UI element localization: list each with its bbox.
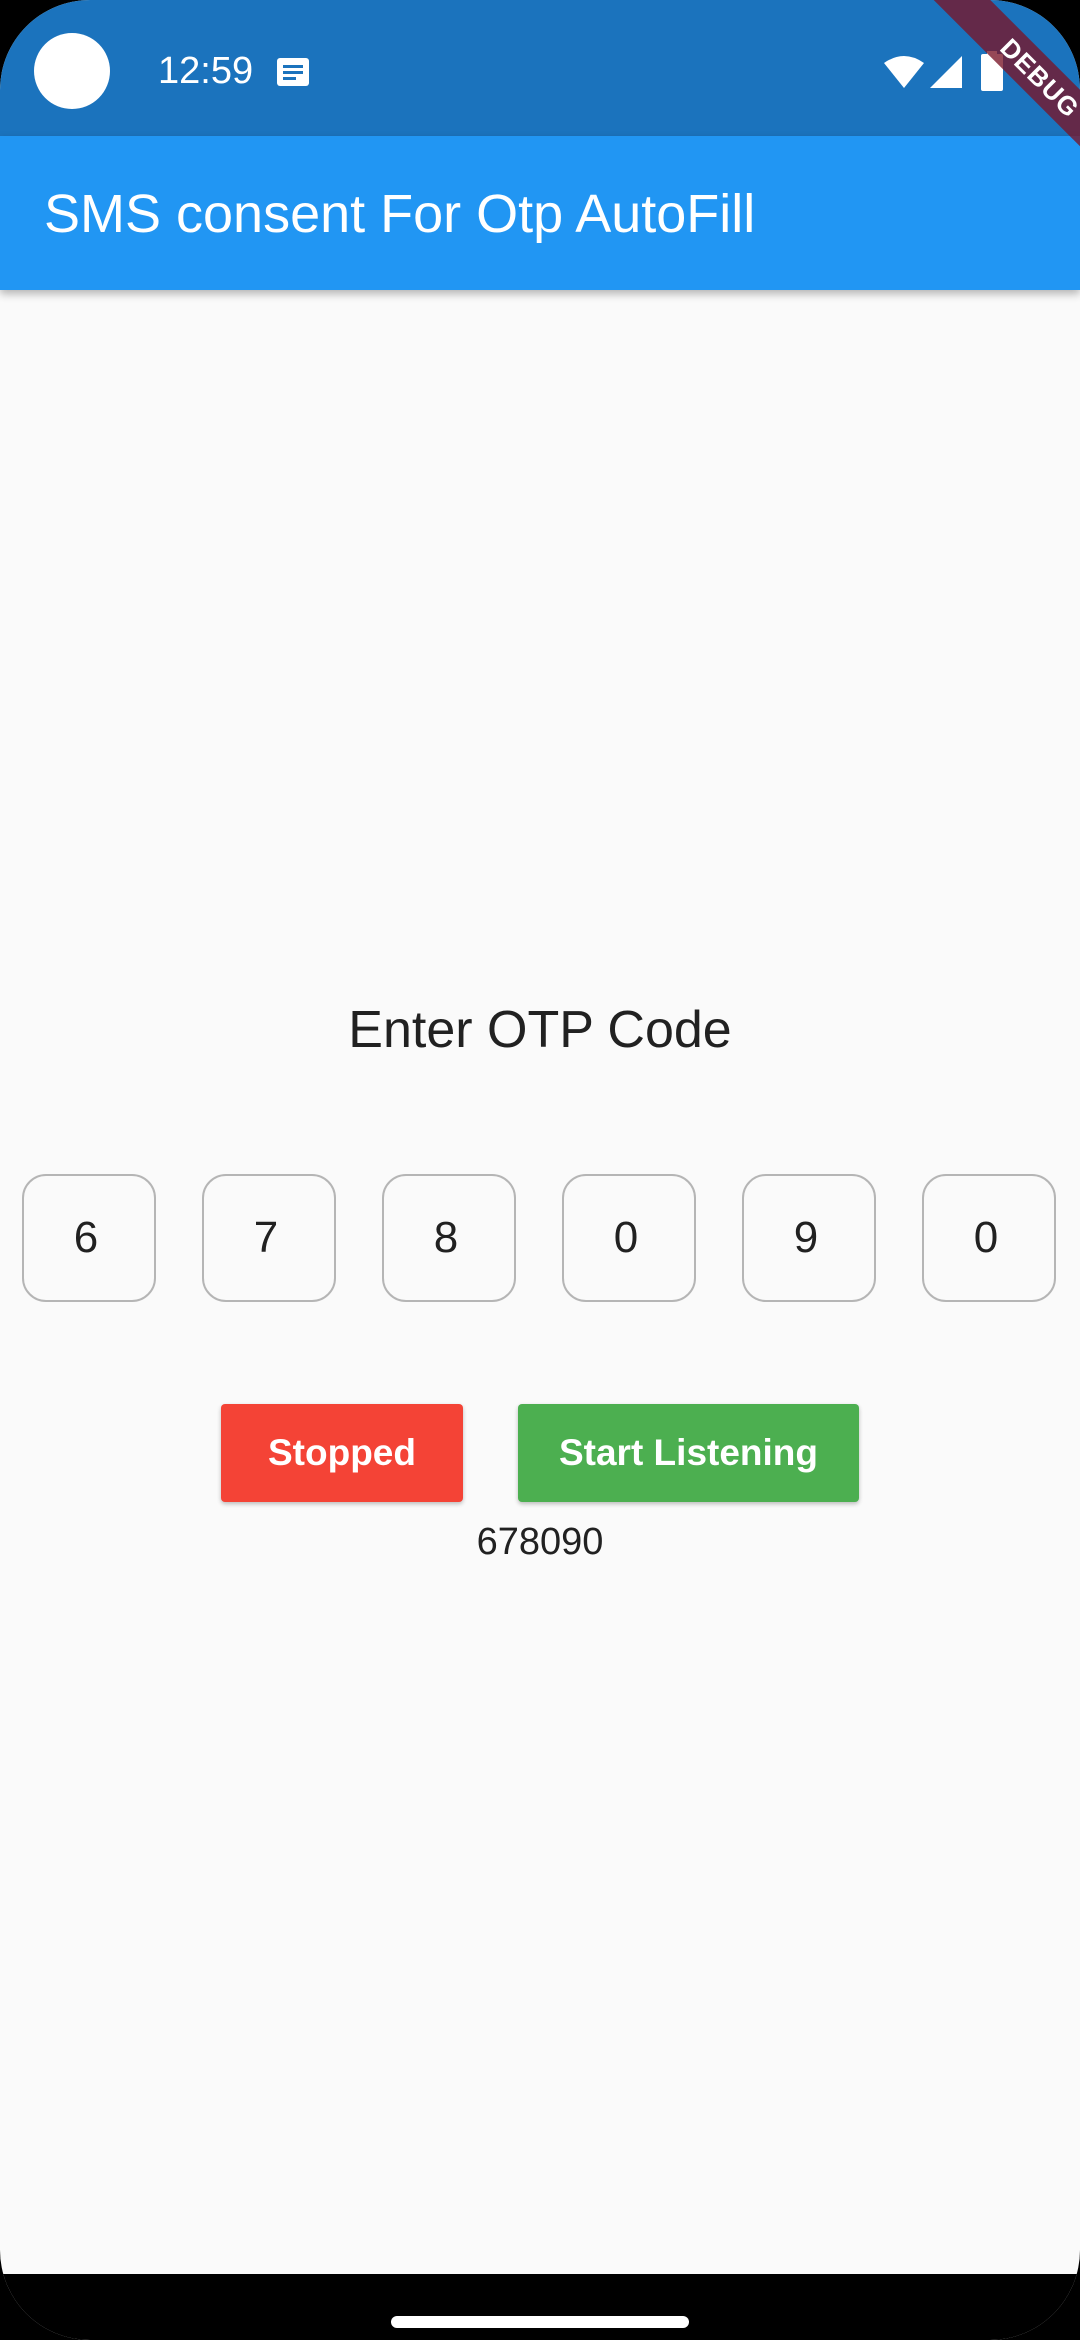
otp-heading: Enter OTP Code	[348, 1001, 732, 1059]
status-bar: 12:59	[0, 0, 1080, 136]
phone-screen: 12:59 SMS consent For Otp AutoFill Enter…	[0, 0, 1080, 2340]
camera-cutout-icon	[34, 33, 110, 109]
otp-digit-box-3[interactable]: 8	[382, 1174, 516, 1302]
otp-digit-box-6[interactable]: 0	[922, 1174, 1056, 1302]
stopped-button[interactable]: Stopped	[221, 1404, 463, 1502]
app-bar: SMS consent For Otp AutoFill	[0, 136, 1080, 290]
message-icon	[277, 58, 309, 86]
navigation-bar	[0, 2274, 1080, 2340]
otp-digit-5: 9	[793, 1213, 819, 1262]
battery-icon	[981, 51, 1003, 91]
app-title: SMS consent For Otp AutoFill	[44, 184, 756, 244]
otp-value-text: 678090	[476, 1521, 604, 1563]
otp-digit-4: 0	[613, 1213, 639, 1262]
otp-digit-3: 8	[433, 1213, 459, 1262]
start-listening-button[interactable]: Start Listening	[518, 1404, 859, 1502]
signal-icon	[930, 56, 962, 88]
status-clock: 12:59	[158, 50, 254, 92]
home-handle[interactable]	[391, 2316, 689, 2328]
otp-digit-box-2[interactable]: 7	[202, 1174, 336, 1302]
otp-digit-1: 6	[73, 1213, 99, 1262]
otp-digit-box-1[interactable]: 6	[22, 1174, 156, 1302]
otp-digit-box-4[interactable]: 0	[562, 1174, 696, 1302]
wifi-icon	[884, 56, 924, 88]
otp-digit-2: 7	[253, 1213, 279, 1262]
otp-digit-6: 0	[973, 1213, 999, 1262]
otp-digit-box-5[interactable]: 9	[742, 1174, 876, 1302]
